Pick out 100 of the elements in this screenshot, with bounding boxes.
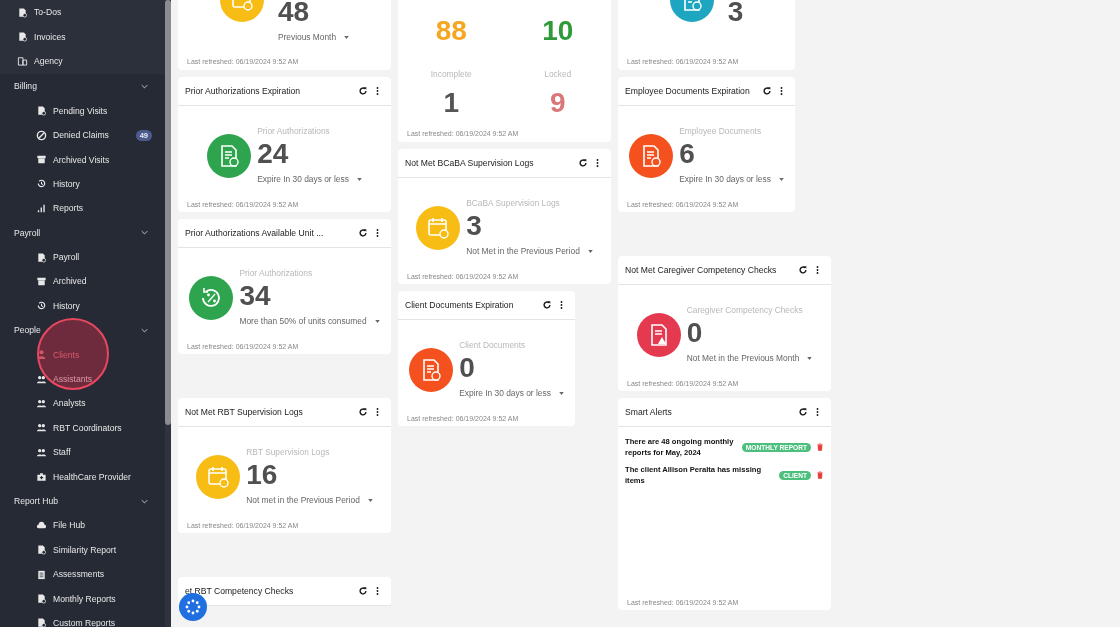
period-dropdown[interactable]: Not met in the Previous Period	[246, 491, 373, 509]
refresh-icon[interactable]	[358, 407, 368, 417]
sidebar-item[interactable]: Similarity Report	[0, 537, 165, 562]
sidebar-item[interactable]: To-Dos	[0, 0, 165, 25]
sidebar-group-header[interactable]: Payroll	[0, 220, 165, 245]
sidebar-item[interactable]: HealthCare Provider	[0, 464, 165, 489]
refresh-icon[interactable]	[358, 586, 368, 596]
sidebar-item[interactable]: Archived	[0, 269, 165, 294]
sidebar-item[interactable]: Invoices	[0, 24, 165, 49]
trash-icon[interactable]	[817, 471, 823, 479]
sidebar-item[interactable]: File Hub	[0, 513, 165, 538]
sidebar-item[interactable]: Custom Reports	[0, 610, 165, 627]
more-options-icon[interactable]	[780, 86, 783, 96]
sidebar-item[interactable]: History	[0, 293, 165, 319]
more-options-icon[interactable]	[816, 407, 819, 417]
document-clock-icon	[629, 134, 674, 178]
archive-box-icon	[36, 276, 47, 287]
document-icon	[36, 544, 47, 556]
caret-icon	[367, 498, 373, 502]
person-icon	[36, 349, 47, 361]
period-dropdown[interactable]: Previous Month	[277, 28, 350, 46]
people-icon	[36, 373, 47, 385]
people-icon	[36, 422, 47, 434]
sidebar-item[interactable]: Payroll	[0, 244, 165, 270]
sidebar-item[interactable]: Archived Visits	[0, 147, 165, 172]
sidebar-group-header[interactable]: Billing	[0, 74, 165, 99]
bar-chart-icon	[36, 202, 47, 214]
floating-dots-button[interactable]	[179, 593, 207, 621]
sidebar-item[interactable]: Assessments	[0, 562, 165, 587]
history-icon	[36, 300, 47, 312]
sidebar-group-header[interactable]: Report Hub	[0, 488, 165, 514]
more-options-icon[interactable]	[596, 158, 599, 168]
stat-value: 3	[466, 210, 482, 242]
people-icon	[36, 446, 47, 458]
period-dropdown[interactable]: Expire In 30 days or less	[257, 170, 362, 188]
stat-caption: Prior Authorizations	[257, 125, 330, 138]
medical-kit-icon	[36, 471, 47, 483]
card-title: Client Documents Expiration	[405, 300, 515, 310]
calendar-clock-icon	[196, 455, 241, 499]
sidebar-item[interactable]: History	[0, 171, 165, 197]
card-title: Prior Authorizations Available Unit ...	[185, 228, 325, 238]
stat-caption: Employee Documents	[679, 125, 762, 138]
caret-icon	[778, 177, 784, 181]
stat-value: 16	[246, 459, 278, 491]
sidebar-item[interactable]: Assistants	[0, 366, 165, 392]
card-title: Not Met RBT Supervision Logs	[185, 407, 304, 417]
period-dropdown[interactable]: More than 50% of units consumed	[239, 312, 380, 330]
building-icon	[17, 55, 28, 67]
refresh-icon[interactable]	[542, 300, 552, 310]
sidebar-item[interactable]: Monthly Reports	[0, 586, 165, 611]
archive-box-icon	[36, 154, 47, 166]
caret-icon	[587, 249, 593, 253]
chevron-icon	[141, 83, 148, 89]
stat-value: 24	[257, 138, 289, 170]
sidebar-item[interactable]: Reports	[0, 196, 165, 221]
stat-value: 0	[686, 317, 703, 349]
stat-value: 9	[549, 86, 566, 120]
sidebar-item[interactable]: RBT Coordinators	[0, 415, 165, 441]
period-dropdown[interactable]: Not Met in the Previous Month	[686, 349, 813, 367]
clipboard-icon	[36, 568, 47, 580]
stat-value: 88	[435, 14, 467, 48]
history-icon	[36, 178, 47, 190]
period-dropdown[interactable]: Expire In 30 days or less	[679, 170, 784, 188]
card-title: et RBT Competency Checks	[185, 586, 295, 596]
document-icon	[17, 31, 28, 43]
chevron-icon	[141, 327, 148, 333]
stat-value: 0	[459, 352, 475, 384]
refresh-icon[interactable]	[798, 407, 808, 417]
sidebar-group-header[interactable]: People	[0, 318, 165, 343]
cloud-icon	[36, 519, 47, 531]
more-options-icon[interactable]	[376, 586, 379, 596]
document-icon	[36, 251, 47, 263]
caret-icon	[344, 35, 350, 39]
stat-caption: BCaBA Supervision Logs	[466, 197, 560, 210]
sidebar-item[interactable]: Staff	[0, 440, 165, 465]
scrollbar[interactable]	[165, 0, 171, 627]
document-icon	[36, 105, 47, 117]
refresh-icon[interactable]	[798, 265, 808, 275]
refresh-icon[interactable]	[762, 86, 772, 96]
sidebar-item[interactable]: Pending Visits	[0, 98, 165, 123]
calendar-clock-icon	[416, 206, 461, 250]
refresh-icon[interactable]	[358, 86, 368, 96]
more-options-icon[interactable]	[816, 265, 819, 275]
refresh-icon[interactable]	[578, 158, 588, 168]
chevron-icon	[141, 230, 148, 236]
refresh-icon[interactable]	[358, 228, 368, 238]
period-dropdown[interactable]: Not Met in the Previous Period	[466, 242, 593, 260]
stat-value: 6	[679, 138, 695, 170]
sidebar-item[interactable]: Analysts	[0, 391, 165, 416]
stat-value: 34	[239, 280, 271, 312]
period-dropdown[interactable]: Expire In 30 days or less	[459, 384, 564, 402]
more-options-icon[interactable]	[376, 86, 379, 96]
more-options-icon[interactable]	[376, 407, 379, 417]
scrollbar-thumb[interactable]	[165, 0, 171, 425]
sidebar-item[interactable]: Agency	[0, 48, 165, 74]
more-options-icon[interactable]	[560, 300, 563, 310]
trash-icon[interactable]	[817, 443, 823, 451]
percent-cycle-icon	[189, 276, 234, 320]
chevron-icon	[141, 498, 148, 504]
more-options-icon[interactable]	[376, 228, 379, 238]
